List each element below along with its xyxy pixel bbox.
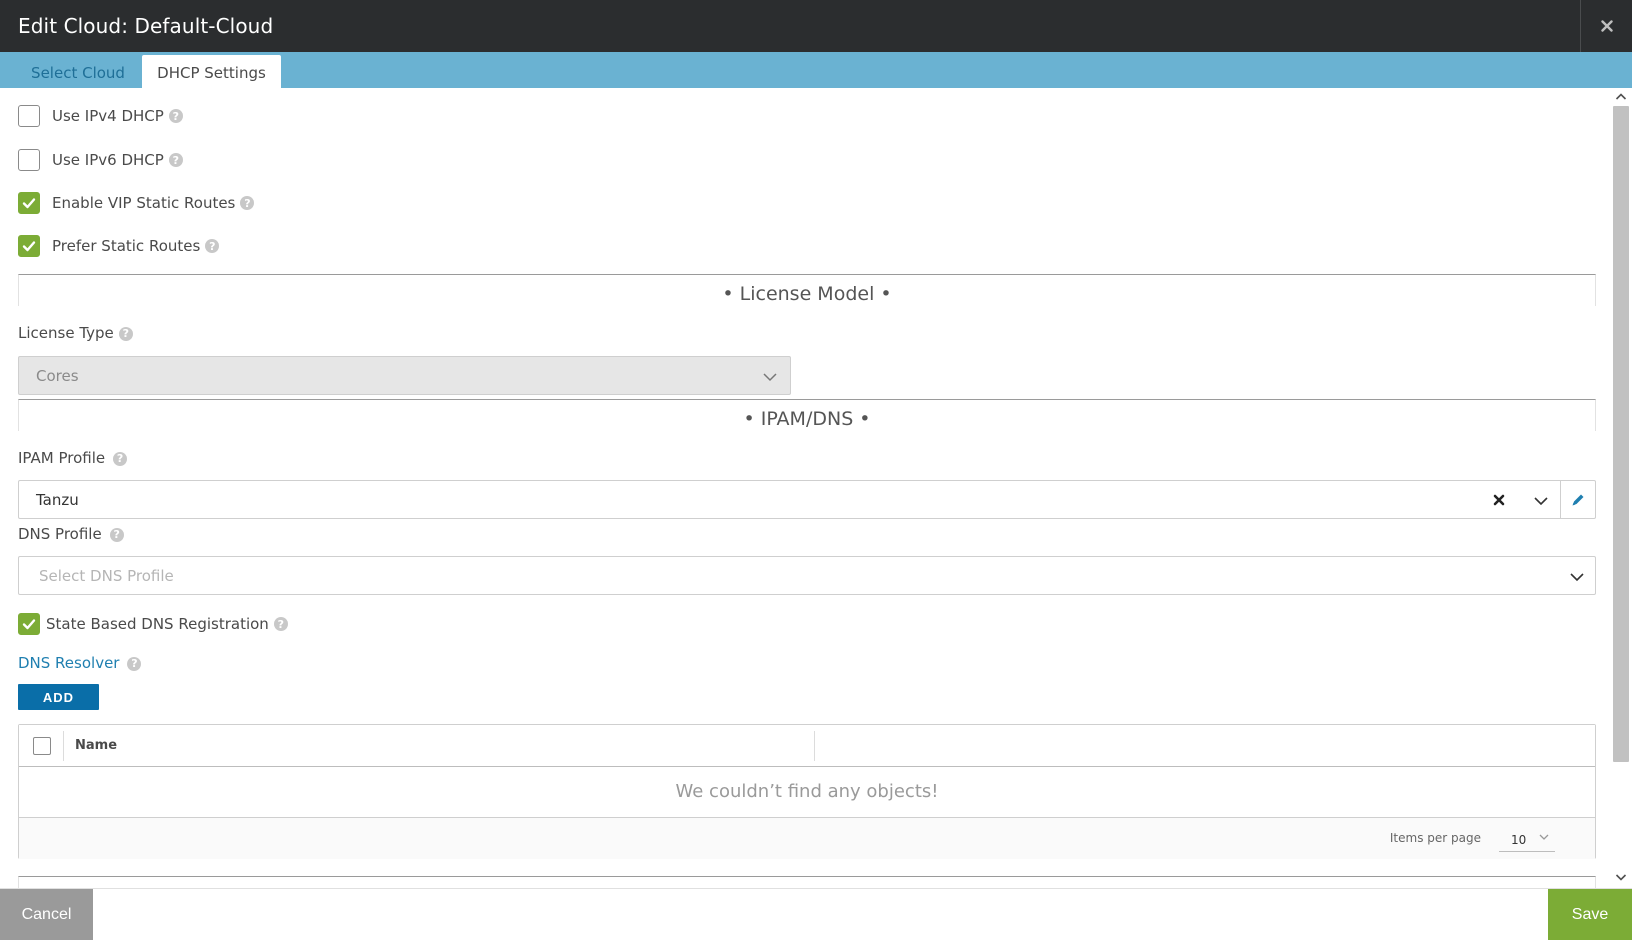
grid-empty-message: We couldn’t find any objects! bbox=[675, 781, 939, 802]
content-scrollbar[interactable] bbox=[1610, 88, 1632, 888]
ipam-dns-section-title: • IPAM/DNS • bbox=[18, 399, 1596, 431]
help-icon[interactable]: ? bbox=[273, 617, 288, 631]
ipv6-dhcp-option: Use IPv6 DHCP ? bbox=[18, 148, 183, 172]
column-divider bbox=[814, 731, 815, 761]
state-dns-registration-option: State Based DNS Registration ? bbox=[18, 612, 288, 636]
modal-footer: Cancel Save bbox=[0, 888, 1632, 940]
chevron-down-icon[interactable] bbox=[1533, 493, 1549, 509]
help-icon[interactable]: ? bbox=[118, 326, 133, 341]
help-icon[interactable]: ? bbox=[205, 239, 220, 253]
ipv4-dhcp-label: Use IPv4 DHCP bbox=[52, 107, 164, 125]
prefer-static-routes-option: Prefer Static Routes ? bbox=[18, 234, 220, 258]
license-model-section-title: • License Model • bbox=[18, 274, 1596, 306]
grid-footer: Items per page 10 bbox=[19, 817, 1595, 859]
ipv6-dhcp-checkbox[interactable] bbox=[18, 149, 40, 171]
ipv6-dhcp-label: Use IPv6 DHCP bbox=[52, 151, 164, 169]
dns-profile-select[interactable]: Select DNS Profile bbox=[18, 556, 1596, 595]
state-dns-registration-checkbox[interactable] bbox=[18, 613, 40, 635]
items-per-page-value: 10 bbox=[1511, 833, 1527, 847]
license-type-label: License Type? bbox=[18, 324, 133, 342]
section-divider bbox=[18, 876, 1596, 888]
cancel-button[interactable]: Cancel bbox=[0, 889, 93, 940]
clear-icon[interactable] bbox=[1493, 494, 1505, 506]
vip-static-routes-option: Enable VIP Static Routes ? bbox=[18, 191, 255, 215]
save-button[interactable]: Save bbox=[1548, 889, 1632, 940]
chevron-down-icon bbox=[1539, 834, 1549, 840]
license-type-label-text: License Type bbox=[18, 324, 114, 342]
scrollbar-thumb[interactable] bbox=[1613, 106, 1629, 762]
vip-static-routes-checkbox[interactable] bbox=[18, 192, 40, 214]
ipv4-dhcp-checkbox[interactable] bbox=[18, 105, 40, 127]
edit-cloud-modal: Edit Cloud: Default-Cloud Select Cloud D… bbox=[0, 0, 1632, 940]
ipam-profile-label-text: IPAM Profile bbox=[18, 449, 106, 467]
help-icon[interactable]: ? bbox=[109, 527, 124, 542]
ipam-profile-select[interactable]: Tanzu bbox=[18, 480, 1596, 519]
pencil-icon bbox=[1572, 494, 1584, 505]
items-per-page-select[interactable]: 10 bbox=[1499, 826, 1555, 852]
tab-dhcp-settings[interactable]: DHCP Settings bbox=[142, 55, 281, 88]
modal-titlebar: Edit Cloud: Default-Cloud bbox=[0, 0, 1632, 52]
checkmark-icon bbox=[22, 241, 36, 252]
add-dns-resolver-button[interactable]: ADD bbox=[18, 684, 99, 710]
dns-profile-placeholder: Select DNS Profile bbox=[39, 567, 174, 585]
help-icon[interactable]: ? bbox=[168, 153, 183, 167]
edit-ipam-profile-button[interactable] bbox=[1560, 481, 1595, 518]
close-icon bbox=[1600, 20, 1613, 32]
ipam-profile-value: Tanzu bbox=[36, 491, 79, 509]
prefer-static-routes-checkbox[interactable] bbox=[18, 235, 40, 257]
ipam-profile-label: IPAM Profile? bbox=[18, 449, 128, 467]
ipv4-dhcp-option: Use IPv4 DHCP ? bbox=[18, 104, 183, 128]
column-divider bbox=[63, 731, 64, 761]
dns-resolver-label: DNS Resolver bbox=[18, 654, 120, 672]
items-per-page-label: Items per page bbox=[1389, 831, 1481, 845]
chevron-down-icon bbox=[763, 373, 777, 382]
close-button[interactable] bbox=[1580, 0, 1632, 52]
dns-profile-label-text: DNS Profile bbox=[18, 525, 102, 543]
state-dns-registration-label: State Based DNS Registration bbox=[46, 615, 269, 633]
chevron-down-icon bbox=[1570, 573, 1584, 582]
help-icon[interactable]: ? bbox=[127, 656, 142, 671]
modal-title: Edit Cloud: Default-Cloud bbox=[18, 14, 274, 38]
help-icon[interactable]: ? bbox=[168, 109, 183, 123]
checkmark-icon bbox=[22, 198, 36, 209]
column-header-name[interactable]: Name bbox=[75, 738, 117, 753]
dns-resolver-header: DNS Resolver? bbox=[18, 654, 142, 672]
tab-select-cloud[interactable]: Select Cloud bbox=[17, 55, 139, 88]
dns-profile-label: DNS Profile? bbox=[18, 525, 124, 543]
select-all-checkbox[interactable] bbox=[33, 737, 51, 755]
dns-resolver-grid: Name We couldn’t find any objects! Items… bbox=[18, 724, 1596, 859]
scroll-up-icon[interactable] bbox=[1615, 91, 1627, 103]
modal-content: Use IPv4 DHCP ? Use IPv6 DHCP ? Enable V… bbox=[0, 88, 1610, 888]
vip-static-routes-label: Enable VIP Static Routes bbox=[52, 194, 236, 212]
tab-bar: Select Cloud DHCP Settings bbox=[0, 52, 1632, 88]
help-icon[interactable]: ? bbox=[240, 196, 255, 210]
checkmark-icon bbox=[22, 619, 36, 630]
license-type-value: Cores bbox=[36, 367, 79, 385]
scroll-down-icon[interactable] bbox=[1615, 871, 1627, 883]
grid-header: Name bbox=[19, 725, 1595, 767]
help-icon[interactable]: ? bbox=[113, 451, 128, 466]
license-type-select[interactable]: Cores bbox=[18, 356, 791, 395]
prefer-static-routes-label: Prefer Static Routes bbox=[52, 237, 201, 255]
